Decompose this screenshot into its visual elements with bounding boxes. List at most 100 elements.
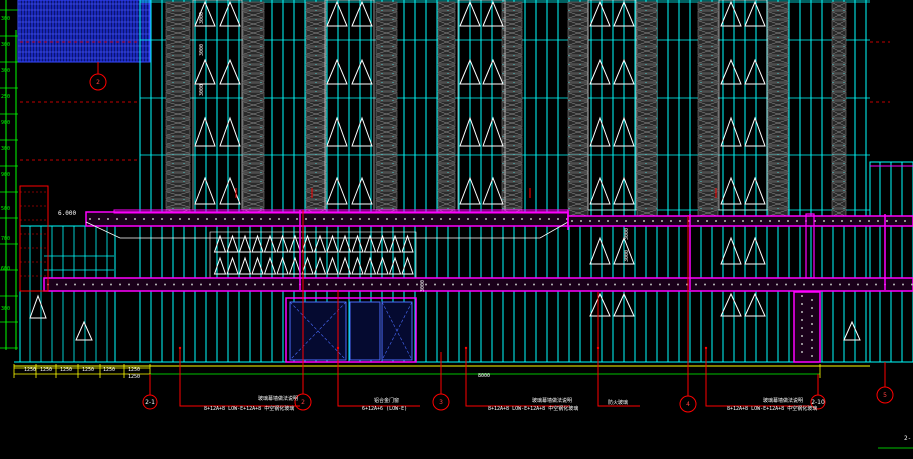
band-dot xyxy=(569,283,571,286)
band-dot xyxy=(332,218,334,220)
band-dot xyxy=(596,283,598,286)
band-dot xyxy=(560,283,562,286)
side-tag: 300 xyxy=(1,146,10,152)
window-triangle xyxy=(351,0,373,27)
band-dot xyxy=(260,218,262,220)
band-dot xyxy=(467,218,469,220)
window-triangle xyxy=(744,0,766,27)
window-triangle xyxy=(720,292,742,317)
window-triangle xyxy=(744,116,766,147)
band-dot xyxy=(305,218,307,220)
band-dot xyxy=(740,283,742,286)
band-dot xyxy=(476,218,478,220)
leader-dot xyxy=(336,346,340,350)
window-triangle xyxy=(744,236,766,265)
window-triangle xyxy=(213,256,227,275)
band-dot xyxy=(296,218,298,220)
band-dot xyxy=(742,220,744,222)
band-dot xyxy=(179,218,181,220)
band-dot xyxy=(778,220,780,222)
band-dot xyxy=(811,347,813,349)
band-dot xyxy=(65,283,67,286)
band-dot xyxy=(749,283,751,286)
band-dot xyxy=(269,218,271,220)
band-dot xyxy=(830,283,832,286)
structural-column xyxy=(793,291,821,363)
side-tag: 900 xyxy=(1,172,10,178)
band-dot xyxy=(416,283,418,286)
band-dot xyxy=(326,283,328,286)
band-dot xyxy=(751,220,753,222)
band-dot xyxy=(404,218,406,220)
band-dot xyxy=(506,283,508,286)
window-triangle xyxy=(351,176,373,205)
band-dot xyxy=(386,218,388,220)
band-dot xyxy=(134,218,136,220)
band-dot xyxy=(857,283,859,286)
axis-bubble-4-label: 4 xyxy=(686,401,690,408)
band-dot xyxy=(803,283,805,286)
band-dot xyxy=(801,319,803,321)
band-dot xyxy=(458,218,460,220)
vertical-dim-label: 3000 xyxy=(420,280,426,292)
window-triangle xyxy=(589,236,611,265)
band-dot xyxy=(542,283,544,286)
band-dot xyxy=(143,218,145,220)
band-dot xyxy=(101,283,103,286)
band-dot xyxy=(704,283,706,286)
band-dot xyxy=(224,218,226,220)
band-dot xyxy=(368,218,370,220)
window-triangle xyxy=(263,256,277,275)
band-dot xyxy=(137,283,139,286)
band-dot xyxy=(697,220,699,222)
band-dot xyxy=(670,220,672,222)
callout-1-line: 8+12A+8 LOW-E+12A+8 中空钢化玻璃 xyxy=(204,405,294,412)
decorative-panels xyxy=(165,1,847,218)
right-edge-label: 2- xyxy=(904,435,911,442)
band-dot xyxy=(503,218,505,220)
window-triangle xyxy=(351,58,373,85)
band-dot xyxy=(353,283,355,286)
band-dot xyxy=(787,220,789,222)
window-triangle xyxy=(589,58,611,85)
left-stair-box xyxy=(19,185,49,292)
dim-label: 1250 xyxy=(128,367,140,373)
callout-3-line: 8+12A+8 LOW-E+12A+8 中空钢化玻璃 xyxy=(488,405,578,412)
band-dot xyxy=(218,283,220,286)
vertical-dim-label: 3000 xyxy=(624,250,630,262)
window-triangle xyxy=(326,116,348,147)
window-triangle xyxy=(720,58,742,85)
vertical-dim-label: 3000 xyxy=(199,12,205,24)
band-dot xyxy=(452,283,454,286)
band-dot xyxy=(811,323,813,325)
band-dot xyxy=(811,299,813,301)
window-triangle xyxy=(351,256,364,275)
band-dot xyxy=(632,283,634,286)
band-dot xyxy=(362,283,364,286)
canopy-right xyxy=(567,215,913,227)
band-dot xyxy=(314,218,316,220)
window-triangle xyxy=(194,58,216,85)
callout-5-title: 玻璃幕墙做法说明 xyxy=(763,397,803,404)
side-tag: 300 xyxy=(1,42,10,48)
band-dot xyxy=(278,218,280,220)
left-block xyxy=(19,225,116,363)
band-dot xyxy=(524,283,526,286)
dim-label: 8000 xyxy=(478,373,490,379)
band-dot xyxy=(661,220,663,222)
window-triangle xyxy=(238,256,252,275)
cad-viewport[interactable]: 6.000 2- 玻璃幕墙做法说明 8+12A+8 LOW-E+12A+8 中空… xyxy=(0,0,913,459)
band-dot xyxy=(659,283,661,286)
window-triangle xyxy=(744,58,766,85)
band-dot xyxy=(254,283,256,286)
leader-dot xyxy=(178,346,182,350)
window-triangle xyxy=(482,116,504,147)
window-triangle xyxy=(219,0,241,27)
leader-dot xyxy=(704,346,708,350)
band-dot xyxy=(839,283,841,286)
band-dot xyxy=(119,283,121,286)
band-dot xyxy=(182,283,184,286)
vertical-dim-label: 3000 xyxy=(199,84,205,96)
band-dot xyxy=(515,283,517,286)
window-triangle xyxy=(326,176,348,205)
